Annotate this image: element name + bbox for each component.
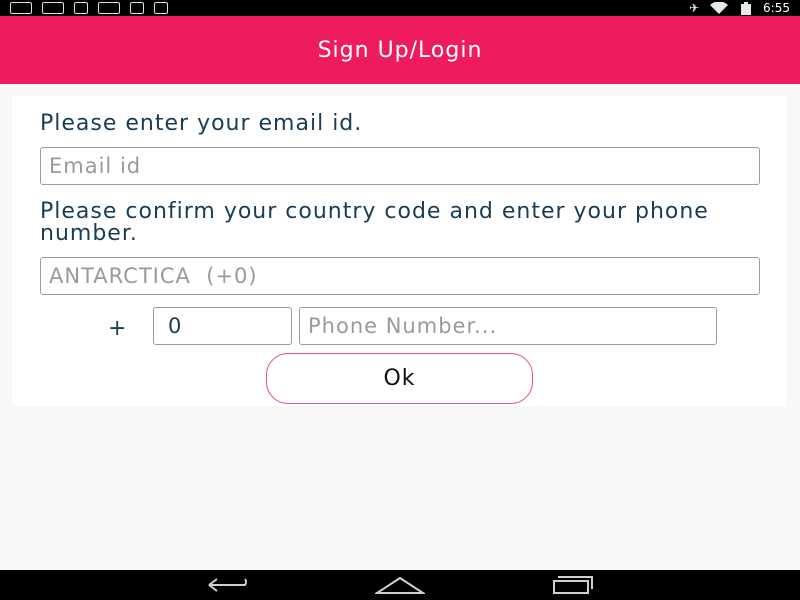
recent-apps-icon[interactable] [548, 575, 598, 595]
country-value: ANTARCTICA (+0) [49, 264, 258, 288]
status-bar: ✈ 6:55 [0, 0, 800, 16]
phone-number-field[interactable]: Phone Number... [299, 307, 717, 345]
country-code-field[interactable]: 0 [153, 307, 292, 345]
email-field[interactable]: Email id [40, 147, 760, 185]
phone-placeholder: Phone Number... [308, 314, 498, 338]
notification-icons [10, 2, 168, 14]
airplane-mute-icon: ✈ [688, 1, 700, 15]
plus-sign: + [108, 316, 127, 341]
wifi-icon [710, 1, 729, 14]
barcode-icon [154, 2, 168, 14]
screen: ✈ 6:55 Sign Up/Login Please enter your e… [0, 0, 800, 600]
back-icon[interactable] [205, 575, 255, 595]
app-bar: Sign Up/Login [0, 16, 800, 84]
country-select[interactable]: ANTARCTICA (+0) [40, 257, 760, 295]
home-icon[interactable] [375, 575, 425, 595]
battery-icon [741, 1, 752, 15]
ok-button[interactable]: Ok [266, 353, 533, 404]
notification-icon [10, 2, 32, 14]
signup-card: Please enter your email id. Email id Ple… [12, 96, 786, 406]
message-icon [42, 2, 64, 14]
system-icons: ✈ 6:55 [689, 1, 790, 15]
country-code-value: 0 [168, 314, 183, 338]
email-placeholder: Email id [49, 154, 142, 178]
youtube-icon [98, 2, 120, 14]
page-title: Sign Up/Login [317, 37, 483, 63]
email-prompt: Please enter your email id. [40, 111, 363, 136]
clock: 6:55 [763, 1, 790, 15]
navigation-bar [0, 570, 800, 600]
download-icon [74, 2, 88, 14]
flag-icon [130, 2, 144, 14]
country-prompt: Please confirm your country code and ent… [40, 199, 709, 246]
